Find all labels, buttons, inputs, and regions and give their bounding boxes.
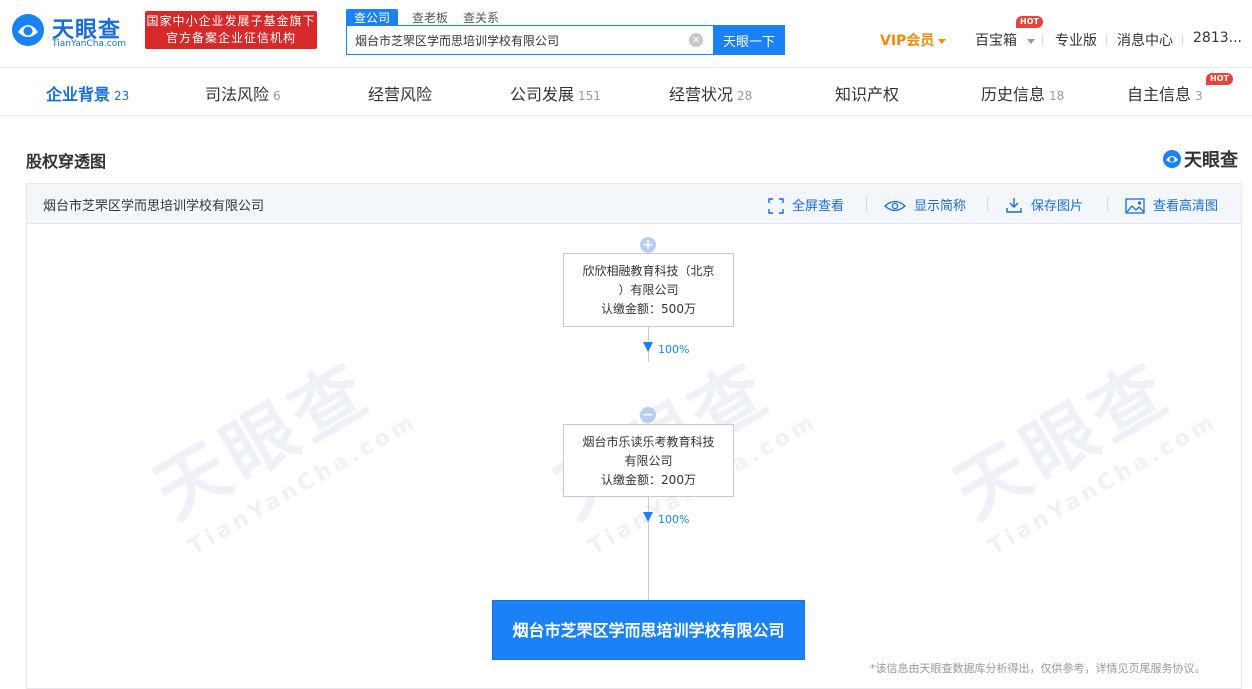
show-abbr-button[interactable]: 显示简称	[884, 195, 966, 214]
disclaimer: *该信息由天眼查数据库分析得出，仅供参考，详情见页尾服务协议。	[870, 662, 1206, 675]
divider	[1182, 34, 1183, 46]
tab-label: 司法风险	[205, 85, 270, 104]
search-input[interactable]	[347, 26, 677, 54]
node-amount: 认缴金额：200万	[601, 473, 696, 487]
tab-company-development[interactable]: 公司发展 151	[510, 81, 601, 105]
tab-operating-status[interactable]: 经营状况 28	[669, 81, 752, 105]
divider	[1042, 34, 1043, 46]
tab-label: 企业背景	[46, 85, 111, 104]
divider	[987, 197, 988, 211]
node-name-line2: ）有限公司	[618, 283, 679, 297]
section-tabs: 企业背景 23 司法风险 6 经营风险 公司发展 151 经营状况 28 知识产权 历史…	[0, 68, 1252, 116]
panel-header: 烟台市芝罘区学而思培训学校有限公司 全屏查看 显示简称 保存图片 查看高清图	[27, 184, 1241, 224]
search-box: ×	[346, 25, 714, 55]
tab-count: 23	[114, 89, 130, 103]
gov-badge-line2: 官方备案企业征信机构	[165, 31, 296, 45]
divider	[1107, 197, 1108, 211]
top-header: 天眼查 TianYanCha.com 国家中小企业发展子基金旗下 官方备案企业征…	[0, 0, 1252, 68]
vip-label: VIP会员	[880, 33, 935, 49]
tab-count: 18	[1049, 89, 1065, 103]
target-company-node[interactable]: 烟台市芝罘区学而思培训学校有限公司	[492, 600, 805, 660]
hd-image-label: 查看高清图	[1153, 199, 1219, 214]
share-percent: 100%	[658, 513, 690, 526]
tab-judicial-risk[interactable]: 司法风险 6	[205, 81, 281, 105]
tab-label: 知识产权	[835, 85, 900, 104]
vip-menu[interactable]: VIP会员	[880, 30, 947, 50]
save-image-label: 保存图片	[1031, 199, 1084, 214]
tab-count: 6	[273, 89, 281, 103]
logo-mark-icon	[1163, 150, 1181, 168]
section-title: 股权穿透图	[26, 152, 107, 171]
messages-link[interactable]: 消息中心	[1117, 30, 1173, 50]
brand-logo: 天眼查	[1162, 146, 1238, 172]
tab-label: 历史信息	[981, 85, 1046, 104]
baibaoxiang-label: 百宝箱	[975, 33, 1017, 49]
shareholder-node[interactable]: 烟台市乐读乐考教育科技 有限公司 认缴金额：200万	[563, 424, 734, 497]
tab-label: 公司发展	[510, 85, 575, 104]
clear-icon[interactable]: ×	[689, 33, 703, 47]
logo-mark-icon	[12, 14, 44, 46]
show-abbr-label: 显示简称	[914, 199, 967, 214]
tab-operating-risk[interactable]: 经营风险	[368, 81, 432, 105]
search-type-tabs: 查公司 查老板 查关系	[346, 7, 514, 27]
gov-badge-line1: 国家中小企业发展子基金旗下	[146, 14, 316, 28]
image-icon	[1125, 198, 1145, 214]
hot-badge: HOT	[1016, 16, 1043, 28]
watermark: 天眼查TianYanCha.com	[932, 318, 1221, 560]
download-icon	[1006, 198, 1022, 213]
tab-count: 28	[737, 89, 753, 103]
divider	[1106, 34, 1107, 46]
fullscreen-icon	[768, 198, 784, 214]
arrow-down-icon	[643, 512, 653, 522]
tab-intellectual-property[interactable]: 知识产权	[835, 81, 899, 105]
hot-badge: HOT	[1206, 73, 1233, 85]
brand-text: 天眼查	[1184, 150, 1238, 171]
share-percent: 100%	[658, 343, 690, 356]
tab-count: 3	[1195, 89, 1203, 103]
tab-label: 自主信息	[1127, 85, 1192, 104]
tab-enterprise-background[interactable]: 企业背景 23	[46, 81, 129, 105]
hd-image-button[interactable]: 查看高清图	[1125, 195, 1218, 214]
baibaoxiang-menu[interactable]: 百宝箱	[975, 30, 1035, 50]
search-button[interactable]: 天眼一下	[713, 25, 785, 55]
equity-chart-panel: 天眼查TianYanCha.com 天眼查TianYanCha.com 天眼查T…	[26, 183, 1242, 689]
user-menu[interactable]: 2813...	[1193, 30, 1242, 46]
chevron-down-icon	[938, 38, 947, 44]
watermark: 天眼查TianYanCha.com	[132, 318, 421, 560]
fullscreen-label: 全屏查看	[792, 199, 845, 214]
chevron-down-icon	[1027, 38, 1035, 44]
node-name-line1: 欣欣相融教育科技（北京	[582, 264, 715, 278]
fullscreen-button[interactable]: 全屏查看	[768, 195, 844, 214]
arrow-down-icon	[643, 342, 653, 352]
expand-icon[interactable]: +	[640, 237, 656, 253]
tab-history[interactable]: 历史信息 18	[981, 81, 1064, 105]
logo-subtitle: TianYanCha.com	[52, 39, 127, 49]
shareholder-node[interactable]: 欣欣相融教育科技（北京 ）有限公司 认缴金额：500万	[563, 253, 734, 327]
save-image-button[interactable]: 保存图片	[1005, 195, 1083, 214]
tab-label: 经营状况	[669, 85, 734, 104]
node-name-line2: 有限公司	[624, 454, 673, 468]
eye-icon	[884, 200, 906, 212]
gov-badge[interactable]: 国家中小企业发展子基金旗下 官方备案企业征信机构	[145, 11, 317, 49]
divider	[866, 197, 867, 211]
tab-label: 经营风险	[368, 85, 433, 104]
node-name-line1: 烟台市乐读乐考教育科技	[582, 435, 715, 449]
collapse-icon[interactable]: −	[640, 407, 656, 423]
panel-title: 烟台市芝罘区学而思培训学校有限公司	[43, 199, 265, 214]
tab-count: 151	[578, 89, 601, 103]
tab-self-info[interactable]: 自主信息 3	[1127, 81, 1203, 105]
node-amount: 认缴金额：500万	[601, 302, 696, 316]
pro-link[interactable]: 专业版	[1055, 30, 1097, 50]
tianyancha-logo[interactable]: 天眼查 TianYanCha.com	[10, 8, 140, 54]
